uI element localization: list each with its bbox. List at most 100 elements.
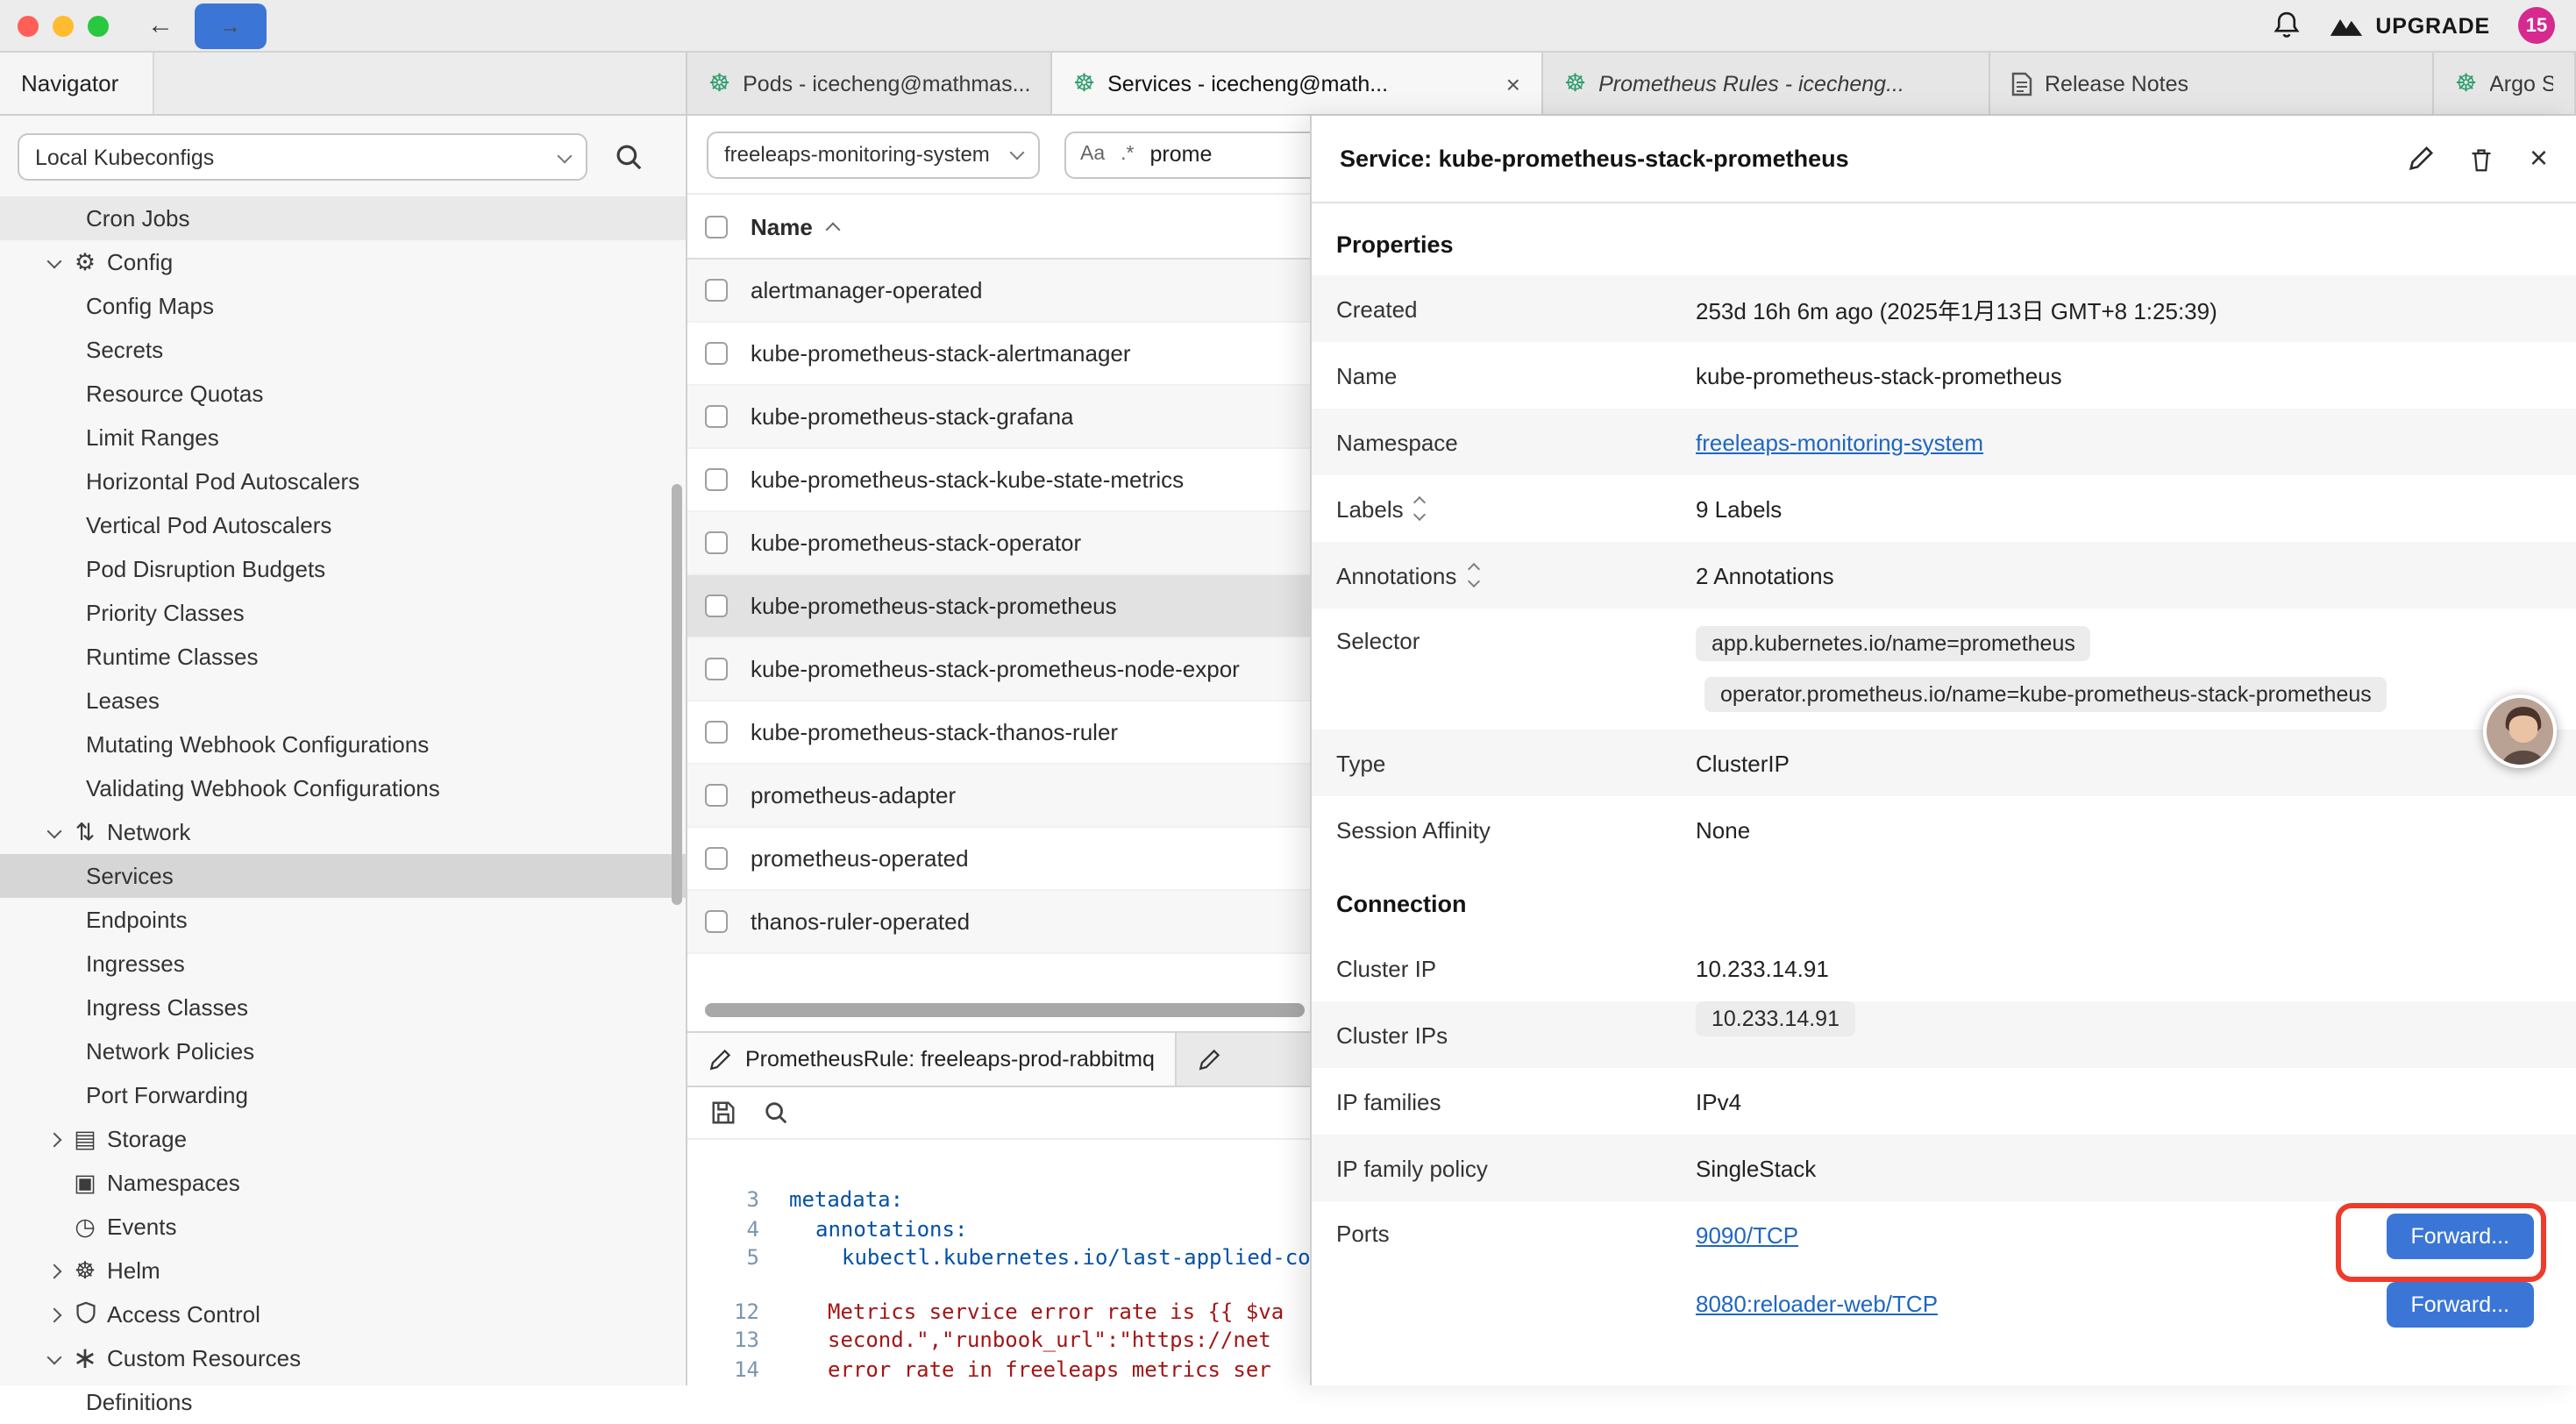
match-case-button[interactable]: Aa bbox=[1080, 144, 1105, 165]
sidebar-item-priority-classes[interactable]: Priority Classes bbox=[0, 591, 686, 635]
kubernetes-cluster-icon: ☸ bbox=[708, 68, 730, 98]
chevron-down-icon[interactable] bbox=[40, 1345, 67, 1371]
notification-count-badge[interactable]: 15 bbox=[2518, 7, 2555, 44]
code-line: Metrics service error rate is {{ $va bbox=[789, 1297, 1284, 1326]
sidebar-item-custom-resources[interactable]: ∗ Custom Resources bbox=[0, 1336, 686, 1380]
forward-button[interactable]: → bbox=[195, 3, 266, 48]
chevron-down-icon[interactable] bbox=[40, 819, 67, 845]
chevron-right-icon[interactable] bbox=[40, 1257, 67, 1284]
line-number: 12 bbox=[687, 1297, 789, 1326]
sidebar-item-helm[interactable]: ☸ Helm bbox=[0, 1249, 686, 1292]
bell-icon bbox=[2272, 11, 2300, 40]
sidebar-item-events[interactable]: ◷ Events bbox=[0, 1205, 686, 1249]
sidebar-item-validating-webhook-configurations[interactable]: Validating Webhook Configurations bbox=[0, 766, 686, 810]
tab-strip: Navigator ☸ Pods - icecheng@mathmas... ☸… bbox=[0, 53, 2576, 116]
sidebar-item-runtime-classes[interactable]: Runtime Classes bbox=[0, 635, 686, 679]
sidebar-item-resource-quotas[interactable]: Resource Quotas bbox=[0, 372, 686, 416]
edit-button[interactable] bbox=[2409, 146, 2435, 172]
tab-services[interactable]: ☸ Services - icecheng@math... × bbox=[1052, 53, 1543, 114]
sidebar-item-horizontal-pod-autoscalers[interactable]: Horizontal Pod Autoscalers bbox=[0, 459, 686, 503]
port-link[interactable]: 9090/TCP bbox=[1696, 1222, 1798, 1249]
sidebar-item-definitions[interactable]: Definitions bbox=[0, 1380, 686, 1424]
navigator-sidebar: Local Kubeconfigs Cron Jobs ⚙ Config Con… bbox=[0, 116, 687, 1385]
editor-search-button[interactable] bbox=[763, 1100, 789, 1126]
row-checkbox[interactable] bbox=[705, 658, 728, 680]
minimize-window-button[interactable] bbox=[53, 15, 74, 36]
document-icon bbox=[2011, 71, 2032, 96]
row-checkbox[interactable] bbox=[705, 847, 728, 870]
gear-icon: ⚙ bbox=[67, 248, 103, 276]
close-window-button[interactable] bbox=[18, 15, 39, 36]
sidebar-item-namespaces[interactable]: ▣ Namespaces bbox=[0, 1161, 686, 1205]
sidebar-item-config-maps[interactable]: Config Maps bbox=[0, 284, 686, 328]
forward-port-button[interactable]: Forward... bbox=[2386, 1281, 2534, 1327]
select-all-checkbox[interactable] bbox=[705, 215, 728, 238]
regex-button[interactable]: .* bbox=[1121, 144, 1134, 165]
editor-tab-prometheusrule[interactable]: PrometheusRule: freeleaps-prod-rabbitmq bbox=[687, 1033, 1178, 1086]
forward-port-button[interactable]: Forward... bbox=[2386, 1213, 2534, 1258]
namespace-link[interactable]: freeleaps-monitoring-system bbox=[1696, 429, 1983, 455]
sidebar-item-endpoints[interactable]: Endpoints bbox=[0, 898, 686, 942]
tab-release-notes[interactable]: Release Notes bbox=[1990, 53, 2434, 114]
close-drawer-button[interactable]: × bbox=[2530, 140, 2548, 177]
connection-section-heading: Connection bbox=[1312, 863, 2576, 935]
pencil-icon bbox=[2409, 146, 2435, 172]
row-checkbox[interactable] bbox=[705, 910, 728, 933]
row-checkbox[interactable] bbox=[705, 405, 728, 428]
sidebar-item-access-control[interactable]: Access Control bbox=[0, 1292, 686, 1336]
line-number: 4 bbox=[687, 1214, 789, 1243]
line-number: 5 bbox=[687, 1243, 789, 1272]
zoom-window-button[interactable] bbox=[88, 15, 109, 36]
clock-icon: ◷ bbox=[67, 1213, 103, 1241]
chevron-right-icon[interactable] bbox=[40, 1301, 67, 1328]
sidebar-item-ingresses[interactable]: Ingresses bbox=[0, 942, 686, 986]
sidebar-item-ingress-classes[interactable]: Ingress Classes bbox=[0, 986, 686, 1029]
search-icon bbox=[763, 1100, 789, 1126]
sidebar-item-leases[interactable]: Leases bbox=[0, 679, 686, 723]
notifications-bell-button[interactable] bbox=[2272, 11, 2300, 40]
expand-collapse-icon[interactable] bbox=[1469, 565, 1477, 586]
row-checkbox[interactable] bbox=[705, 531, 728, 554]
sidebar-item-storage[interactable]: ▤ Storage bbox=[0, 1117, 686, 1161]
close-tab-icon[interactable]: × bbox=[1489, 69, 1520, 97]
horizontal-scrollbar[interactable] bbox=[705, 1003, 1305, 1017]
property-row-selector: Selector app.kubernetes.io/name=promethe… bbox=[1312, 609, 2576, 730]
upgrade-button[interactable]: UPGRADE bbox=[2328, 13, 2490, 38]
property-row-labels: Labels 9 Labels bbox=[1312, 475, 2576, 542]
tab-pods[interactable]: ☸ Pods - icecheng@mathmas... bbox=[687, 53, 1052, 114]
code-line: annotations: bbox=[789, 1214, 967, 1243]
sidebar-scrollbar[interactable] bbox=[672, 484, 682, 905]
row-checkbox[interactable] bbox=[705, 595, 728, 617]
tab-prometheus-rules[interactable]: ☸ Prometheus Rules - icecheng... bbox=[1543, 53, 1990, 114]
row-checkbox[interactable] bbox=[705, 279, 728, 302]
kubeconfig-select[interactable]: Local Kubeconfigs bbox=[18, 133, 587, 181]
sidebar-item-config[interactable]: ⚙ Config bbox=[0, 240, 686, 284]
tab-argo[interactable]: ☸ Argo Se bbox=[2434, 53, 2576, 114]
navigator-panel-tab[interactable]: Navigator bbox=[0, 53, 154, 114]
save-button[interactable] bbox=[710, 1100, 737, 1126]
chevron-down-icon[interactable] bbox=[40, 249, 67, 275]
row-checkbox[interactable] bbox=[705, 468, 728, 491]
expand-collapse-icon[interactable] bbox=[1416, 498, 1425, 519]
back-button[interactable]: ← bbox=[147, 11, 174, 40]
sidebar-item-services[interactable]: Services bbox=[0, 854, 686, 898]
sidebar-search-button[interactable] bbox=[614, 142, 644, 172]
name-column-header[interactable]: Name bbox=[751, 213, 813, 239]
sidebar-item-secrets[interactable]: Secrets bbox=[0, 328, 686, 372]
namespace-select[interactable]: freeleaps-monitoring-system bbox=[707, 131, 1040, 178]
sidebar-item-network-policies[interactable]: Network Policies bbox=[0, 1029, 686, 1073]
sidebar-item-pod-disruption-budgets[interactable]: Pod Disruption Budgets bbox=[0, 547, 686, 591]
row-checkbox[interactable] bbox=[705, 784, 728, 807]
sidebar-item-vertical-pod-autoscalers[interactable]: Vertical Pod Autoscalers bbox=[0, 503, 686, 547]
sidebar-item-network[interactable]: ⇅ Network bbox=[0, 810, 686, 854]
port-link[interactable]: 8080:reloader-web/TCP bbox=[1696, 1291, 1938, 1317]
delete-button[interactable] bbox=[2470, 145, 2494, 173]
sidebar-item-limit-ranges[interactable]: Limit Ranges bbox=[0, 416, 686, 459]
window-controls bbox=[18, 15, 109, 36]
row-checkbox[interactable] bbox=[705, 721, 728, 744]
sidebar-item-mutating-webhook-configurations[interactable]: Mutating Webhook Configurations bbox=[0, 723, 686, 766]
sidebar-item-cron-jobs[interactable]: Cron Jobs bbox=[0, 196, 686, 240]
row-checkbox[interactable] bbox=[705, 342, 728, 365]
chevron-right-icon[interactable] bbox=[40, 1126, 67, 1152]
sidebar-item-port-forwarding[interactable]: Port Forwarding bbox=[0, 1073, 686, 1117]
